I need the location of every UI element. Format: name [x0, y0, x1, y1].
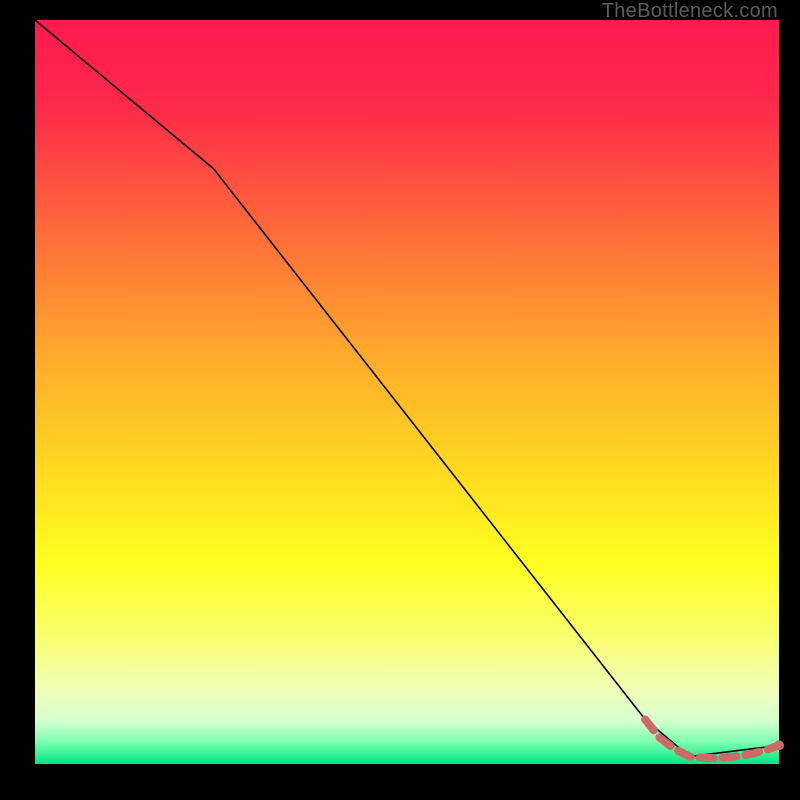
watermark-text: TheBottleneck.com	[602, 0, 778, 23]
range-end-dot	[774, 740, 784, 750]
optimal-range-stroke	[645, 719, 779, 758]
bottleneck-curve	[35, 20, 779, 757]
chart-root: TheBottleneck.com	[0, 0, 800, 800]
optimal-range	[645, 719, 784, 758]
curve-layer	[35, 20, 779, 764]
plot-area	[35, 20, 779, 764]
